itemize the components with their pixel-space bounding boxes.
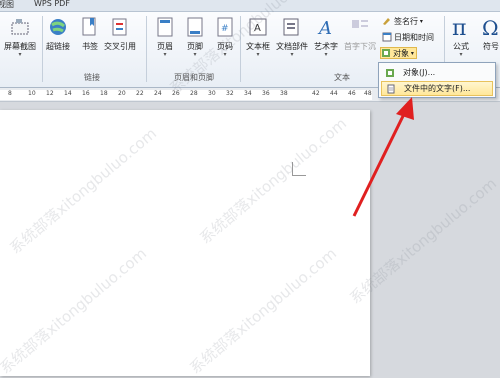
footer-icon [184, 16, 206, 38]
tab-view[interactable]: 视图 [0, 0, 14, 10]
group-label-text: 文本 [334, 73, 350, 82]
svg-text:A: A [254, 23, 261, 34]
svg-text:Ω: Ω [482, 16, 499, 38]
globe-link-icon [47, 16, 69, 38]
object-icon [386, 68, 394, 77]
object-dropdown-menu: 对象(J)... 文件中的文字(F)... [378, 62, 496, 98]
page-number-icon: # [214, 16, 236, 38]
crossref-icon [109, 16, 131, 38]
ribbon-tab-bar: 视图 WPS PDF [0, 0, 500, 12]
object-button[interactable]: 对象 ▾ [380, 47, 417, 59]
hyperlink-button[interactable]: 超链接 [46, 16, 70, 52]
calendar-icon [382, 32, 392, 42]
quickparts-icon [281, 16, 303, 38]
tab-wps-pdf[interactable]: WPS PDF [34, 0, 70, 8]
menu-item-text-from-file[interactable]: 文件中的文字(F)... [381, 81, 493, 96]
crossref-button[interactable]: 交叉引用 [104, 16, 136, 52]
screenshot-button[interactable]: 屏幕截图 ▾ [4, 16, 36, 58]
document-icon [387, 84, 395, 93]
document-area [0, 102, 500, 376]
svg-text:π: π [452, 16, 466, 38]
omega-icon: Ω [480, 16, 500, 38]
bookmark-button[interactable]: 书签 [79, 16, 101, 52]
group-label-header-footer: 页眉和页脚 [174, 73, 214, 82]
textbox-icon: A [247, 16, 269, 38]
header-icon [154, 16, 176, 38]
group-label-links: 链接 [84, 73, 100, 82]
svg-text:A: A [317, 18, 332, 37]
page-number-button[interactable]: # 页码 ▾ [214, 16, 236, 58]
signature-icon [383, 18, 390, 25]
symbol-button[interactable]: Ω 符号 [480, 16, 500, 52]
signature-line-button[interactable]: 签名行 ▾ [382, 15, 423, 27]
bookmark-icon [79, 16, 101, 38]
textbox-button[interactable]: A 文本框 ▾ [246, 16, 270, 58]
wordart-icon: A [315, 16, 337, 38]
margin-corner-mark [292, 162, 306, 176]
dropcap-button[interactable]: 首字下沉 [344, 16, 376, 52]
formula-button[interactable]: π 公式 ▾ [450, 16, 472, 58]
quickparts-button[interactable]: 文档部件 ▾ [276, 16, 308, 58]
screenshot-icon [9, 16, 31, 38]
pi-icon: π [450, 16, 472, 38]
dropcap-icon [349, 16, 371, 38]
datetime-button[interactable]: 日期和时间 [382, 31, 434, 43]
object-icon [382, 49, 390, 57]
document-page[interactable] [0, 110, 370, 376]
footer-button[interactable]: 页脚 ▾ [184, 16, 206, 58]
header-button[interactable]: 页眉 ▾ [154, 16, 176, 58]
menu-item-object[interactable]: 对象(J)... [381, 65, 493, 80]
wordart-button[interactable]: A 艺术字 ▾ [314, 16, 338, 58]
svg-text:#: # [221, 24, 229, 34]
